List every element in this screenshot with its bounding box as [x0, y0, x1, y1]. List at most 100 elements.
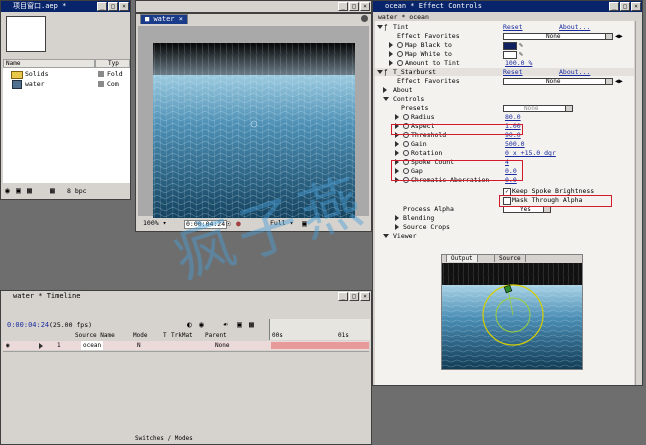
frame-blend-icon[interactable]: ▣	[237, 320, 242, 329]
comp-title-bar[interactable]: _ □ ×	[135, 0, 372, 13]
col-trkmat[interactable]: TrkMat	[171, 332, 193, 340]
composition-icon	[12, 80, 22, 89]
expand-arrow-icon[interactable]	[383, 234, 389, 238]
rotation-value[interactable]: 0 x +15.0 dgr	[505, 149, 556, 157]
project-title-bar[interactable]: 项目窗口.aep * _ □ ×	[1, 1, 130, 12]
stopwatch-icon[interactable]	[403, 114, 409, 120]
fx-toggle-icon[interactable]: ƒ	[384, 24, 388, 32]
maximize-icon[interactable]: □	[349, 292, 359, 301]
expand-arrow-icon[interactable]	[383, 87, 387, 93]
project-col-type[interactable]: Typ	[95, 59, 130, 68]
eyedropper-icon[interactable]: ✎	[519, 50, 523, 58]
timeline-ruler[interactable]: 00s 01s	[269, 319, 370, 340]
blending-row[interactable]: Blending	[375, 214, 634, 222]
comp-menu-icon[interactable]	[361, 15, 368, 22]
tint-about-link[interactable]: About...	[559, 23, 590, 31]
stopwatch-icon[interactable]	[403, 141, 409, 147]
expand-arrow-icon[interactable]	[395, 141, 399, 147]
starburst-reset-link[interactable]: Reset	[503, 68, 523, 76]
graph-icon[interactable]: ▩	[249, 320, 254, 329]
effect-controls-title-bar[interactable]: ocean * Effect Controls _ □ ×	[373, 1, 642, 12]
presets-dropdown[interactable]: None	[503, 105, 573, 112]
tint-favorites-dropdown[interactable]: None	[503, 33, 613, 40]
fx-toggle-icon[interactable]: ƒ	[384, 69, 388, 77]
bpc-label[interactable]: 8 bpc	[67, 187, 87, 195]
trash-icon[interactable]: ▦	[50, 186, 55, 195]
expand-arrow-icon[interactable]	[389, 51, 393, 57]
brain-icon[interactable]: ☙	[223, 320, 228, 329]
effect-header-starburst[interactable]: ƒ T_Starburst Reset About...	[375, 68, 634, 76]
tab-water[interactable]: ■ water ×	[140, 14, 188, 24]
expand-arrow-icon[interactable]	[395, 150, 399, 156]
layer-duration-bar[interactable]	[271, 342, 369, 349]
source-crops-row[interactable]: Source Crops	[375, 223, 634, 231]
minimize-icon[interactable]: _	[338, 292, 348, 301]
switches-modes-toggle[interactable]: Switches / Modes	[135, 435, 193, 443]
radius-value[interactable]: 80.0	[505, 113, 521, 121]
stopwatch-icon[interactable]	[403, 150, 409, 156]
new-folder-icon[interactable]: ▣	[16, 186, 21, 195]
new-comp-icon[interactable]: ▩	[27, 186, 32, 195]
expand-arrow-icon[interactable]	[377, 70, 383, 74]
layer-name[interactable]: ocean	[81, 341, 104, 350]
motion-blur-icon[interactable]: ◉	[199, 320, 204, 329]
find-icon[interactable]: ◉	[5, 186, 10, 195]
tint-reset-link[interactable]: Reset	[503, 23, 523, 31]
viewer-tab-output[interactable]: Output	[446, 254, 478, 262]
layer-mode[interactable]: N	[137, 341, 141, 350]
list-item[interactable]: Solids Fold	[3, 70, 130, 79]
effect-header-tint[interactable]: ƒ Tint Reset About...	[375, 23, 634, 31]
maximize-icon[interactable]: □	[108, 2, 118, 11]
stopwatch-icon[interactable]	[397, 51, 403, 57]
eyedropper-icon[interactable]: ✎	[519, 41, 523, 49]
radius-row: Radius 80.0	[375, 113, 634, 121]
close-icon[interactable]: ×	[360, 2, 370, 11]
col-source-name[interactable]: Source Name	[75, 332, 115, 340]
viewer-tab-source[interactable]: Source	[494, 254, 526, 262]
gain-value[interactable]: 500.0	[505, 140, 525, 148]
maximize-icon[interactable]: □	[620, 2, 630, 11]
expand-arrow-icon[interactable]	[389, 60, 393, 66]
close-icon[interactable]: ×	[119, 2, 129, 11]
expand-arrow-icon[interactable]	[389, 42, 393, 48]
timeline-timecode[interactable]: 0:00:04:24	[7, 321, 49, 329]
expand-arrow-icon[interactable]	[395, 114, 399, 120]
maximize-icon[interactable]: □	[349, 2, 359, 11]
project-list: Solids Fold water Com	[3, 68, 130, 183]
timeline-title-bar[interactable]: water * Timeline _ □ ×	[1, 291, 371, 302]
project-col-name[interactable]: Name	[3, 59, 95, 68]
minimize-icon[interactable]: _	[97, 2, 107, 11]
starburst-about-link[interactable]: About...	[559, 68, 590, 76]
expand-arrow-icon[interactable]	[377, 25, 383, 29]
play-icon[interactable]: ◀▶	[615, 32, 623, 40]
starburst-about-row[interactable]: About	[375, 86, 634, 94]
process-alpha-dropdown[interactable]: Yes	[503, 206, 551, 213]
minimize-icon[interactable]: _	[609, 2, 619, 11]
zoom-dropdown[interactable]: 100% ▾	[143, 220, 166, 227]
layer-parent[interactable]: None	[215, 341, 229, 350]
map-black-swatch[interactable]	[503, 42, 517, 50]
viewer-row[interactable]: Viewer	[375, 232, 634, 240]
stopwatch-icon[interactable]	[397, 60, 403, 66]
tint-amount-value[interactable]: 100.0 %	[505, 59, 532, 67]
col-mode[interactable]: Mode	[133, 332, 147, 340]
minimize-icon[interactable]: _	[338, 2, 348, 11]
close-icon[interactable]: ×	[360, 292, 370, 301]
close-icon[interactable]: ×	[631, 2, 641, 11]
col-parent[interactable]: Parent	[205, 332, 227, 340]
layer-expand-icon[interactable]	[39, 341, 45, 350]
starburst-favorites-dropdown[interactable]: None	[503, 78, 613, 85]
expand-arrow-icon[interactable]	[383, 97, 389, 101]
effect-scrollbar[interactable]	[635, 21, 642, 385]
shy-icon[interactable]: ◐	[187, 320, 192, 329]
layer-row[interactable]: ◉ 1 ocean N None	[3, 341, 369, 350]
list-item[interactable]: water Com	[3, 80, 130, 89]
stopwatch-icon[interactable]	[397, 42, 403, 48]
expand-arrow-icon[interactable]	[395, 224, 399, 230]
starburst-controls-row[interactable]: Controls	[375, 95, 634, 103]
eye-icon[interactable]: ◉	[6, 341, 10, 350]
expand-arrow-icon[interactable]	[395, 215, 399, 221]
map-white-swatch[interactable]	[503, 51, 517, 59]
play-icon[interactable]: ◀▶	[615, 77, 623, 85]
col-t[interactable]: T	[163, 332, 167, 340]
